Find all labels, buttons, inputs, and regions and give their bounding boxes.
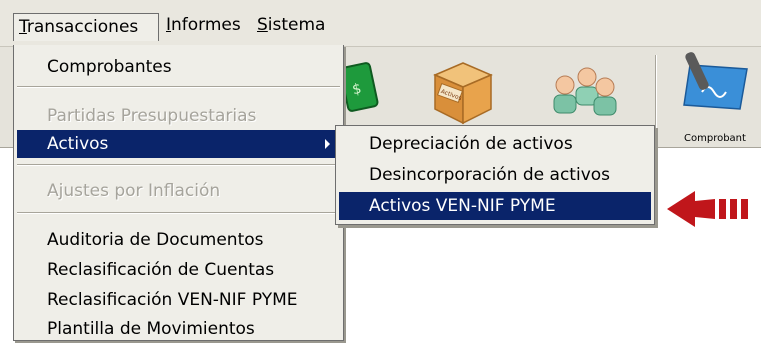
- menu-item-partidas-presupuestarias: Partidas Presupuestarias: [47, 106, 257, 126]
- menu-transacciones[interactable]: Transacciones: [13, 13, 159, 41]
- accel-key: S: [257, 15, 268, 35]
- activos-submenu: Depreciación de activos Desincorporación…: [335, 125, 655, 225]
- submenu-item-activos-ven-nif-pyme[interactable]: Activos VEN-NIF PYME: [339, 192, 651, 220]
- menu-bar: Transacciones Informes Sistema: [0, 0, 761, 47]
- menu-item-ajustes-por-inflacion: Ajustes por Inflación: [47, 181, 221, 201]
- menu-sistema[interactable]: Sistema: [252, 12, 330, 38]
- menu-separator: [17, 86, 340, 88]
- menu-item-label: Activos: [47, 134, 109, 154]
- red-arrow-icon: [667, 191, 748, 227]
- comprobantes-toolbar-button[interactable]: Comprobant: [662, 47, 761, 147]
- menu-item-comprobantes[interactable]: Comprobantes: [17, 53, 340, 81]
- accel-key: T: [19, 17, 27, 37]
- menu-separator: [17, 212, 340, 214]
- menu-item-auditoria-de-documentos[interactable]: Auditoria de Documentos: [17, 226, 340, 254]
- comprobantes-toolbar-label: Comprobant: [684, 133, 746, 144]
- menu-item-plantilla-de-movimientos[interactable]: Plantilla de Movimientos: [17, 315, 340, 343]
- menu-informes[interactable]: Informes: [161, 12, 246, 38]
- menu-label: ransacciones: [26, 17, 139, 37]
- pen-certificate-icon: [683, 52, 748, 110]
- toolbar-separator: [655, 55, 657, 139]
- submenu-item-depreciacion-de-activos[interactable]: Depreciación de activos: [339, 130, 651, 158]
- menu-item-activos[interactable]: Activos: [17, 130, 340, 158]
- menu-label: istema: [267, 15, 326, 35]
- menu-item-reclasificacion-ven-nif-pyme[interactable]: Reclasificación VEN-NIF PYME: [17, 286, 340, 314]
- submenu-item-desincorporacion-de-activos[interactable]: Desincorporación de activos: [339, 161, 651, 189]
- submenu-arrow-icon: [325, 139, 330, 149]
- menu-label: nformes: [171, 15, 241, 35]
- transacciones-menu: Comprobantes Partidas Presupuestarias Ac…: [13, 45, 344, 341]
- menu-item-reclasificacion-de-cuentas[interactable]: Reclasificación de Cuentas: [17, 256, 340, 284]
- menu-separator: [17, 164, 340, 166]
